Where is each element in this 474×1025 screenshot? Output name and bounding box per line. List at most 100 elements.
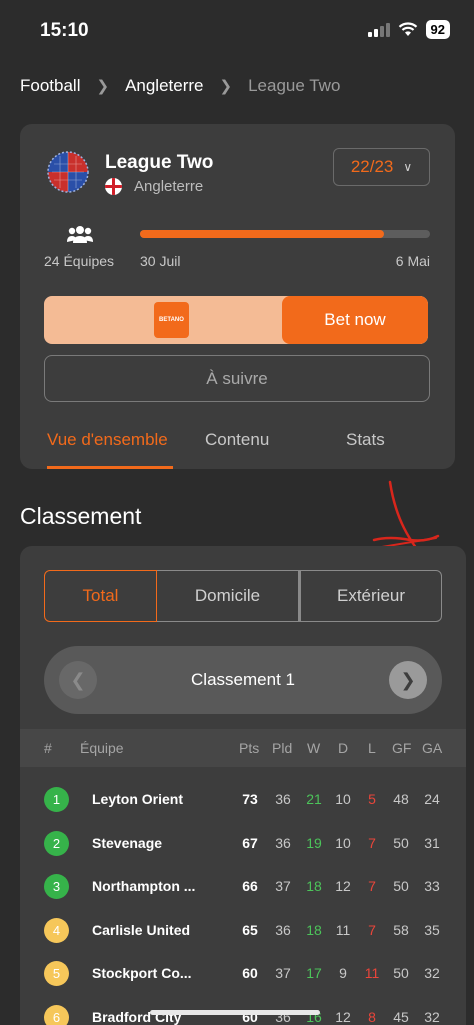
stat-ga: 35 [424,921,440,938]
bet-banner[interactable]: BETANO Bet now [44,296,428,344]
stat-ga: 32 [424,965,440,981]
stat-gf: 50 [393,965,409,981]
stat-pld: 36 [275,921,291,938]
stat-gf: 48 [393,791,409,807]
stat-l: 7 [368,921,376,938]
stat-d: 10 [335,791,351,807]
chevron-down-icon: ∨ [403,160,413,174]
team-name: Stockport Co... [92,965,192,981]
stat-gf: 50 [393,878,409,894]
col-w: W [307,740,321,756]
rank-badge: 6 [44,1004,69,1025]
breadcrumb-football[interactable]: Football [20,76,80,96]
active-tab-indicator [47,466,173,469]
filter-away-button[interactable]: Extérieur [299,570,442,622]
team-name: Stevenage [92,834,163,851]
wifi-icon [398,22,417,36]
breadcrumb-league-two: League Two [248,76,341,95]
rank-badge: 4 [44,917,69,943]
stat-gf: 58 [393,921,409,938]
bet-now-button[interactable]: Bet now [282,296,428,344]
stat-pts: 67 [242,834,258,851]
status-icons: 92 [367,20,450,39]
col-ga: GA [422,740,443,756]
tab-stats[interactable]: Stats [346,430,385,450]
stat-l: 5 [368,791,376,807]
season-progress-fill [140,230,384,238]
season-select[interactable]: 22/23 ∨ [333,148,430,186]
stat-pts: 60 [242,965,258,981]
league-name: League Two [105,152,214,173]
team-name: Carlisle United [92,921,191,938]
stat-gf: 50 [393,834,409,851]
stat-pld: 37 [275,878,291,894]
filter-home-button[interactable]: Domicile [157,570,299,622]
season-value: 22/23 [350,157,394,176]
stat-ga: 24 [424,791,440,807]
betano-logo-text: BETANO [159,317,184,323]
standings-table-header: # Équipe Pts Pld W D L GF GA [20,729,466,767]
breadcrumb: Football ❯ Angleterre ❯ League Two [20,74,340,98]
stat-pts: 66 [242,878,258,894]
league-tabs: Vue d'ensemble Contenu Stats [20,414,455,469]
league-country: Angleterre [134,178,204,195]
chevron-right-icon: ❯ [96,78,110,95]
follow-button[interactable]: À suivre [44,355,430,402]
stat-gf: 45 [393,1008,409,1025]
table-row[interactable]: 5 Stockport Co... 60 37 17 9 11 50 32 [20,952,466,996]
stat-ga: 32 [424,1008,440,1025]
stat-w: 18 [306,921,322,938]
teams-icon [67,226,93,243]
stat-d: 10 [335,834,351,851]
standings-filter: Total Domicile Extérieur [44,570,442,622]
team-name: Northampton ... [92,878,196,894]
england-flag-icon [105,178,122,195]
stat-pts: 65 [242,921,258,938]
betano-logo: BETANO [154,302,189,338]
stat-pld: 37 [275,965,291,981]
signal-icon [367,22,390,37]
stat-l: 7 [368,878,376,894]
rank-badge: 1 [44,787,69,812]
stat-d: 12 [335,1008,351,1025]
table-row[interactable]: 3 Northampton ... 66 37 18 12 7 50 33 [20,865,466,909]
home-indicator [150,1010,320,1015]
battery-indicator: 92 [425,20,450,39]
next-group-button[interactable]: ❯ [389,661,427,699]
season-end-date: 6 Mai [395,253,430,269]
table-row[interactable]: 1 Leyton Orient 73 36 21 10 5 48 24 [20,778,466,822]
stat-ga: 31 [424,834,440,851]
table-row[interactable]: 4 Carlisle United 65 36 18 11 7 58 35 [20,909,466,953]
col-pts: Pts [239,740,260,756]
table-row[interactable]: 2 Stevenage 67 36 19 10 7 50 31 [20,822,466,866]
teams-count: 24 Équipes [44,253,115,269]
col-l: L [368,740,376,756]
filter-total-button[interactable]: Total [44,570,157,622]
col-team: Équipe [80,740,124,756]
stat-l: 7 [368,834,376,851]
status-bar: 15:10 92 [0,0,474,60]
rank-badge: 2 [44,830,69,856]
section-title: Classement [20,503,142,529]
col-pld: Pld [272,740,293,756]
tab-overview[interactable]: Vue d'ensemble [47,430,168,450]
stat-w: 18 [306,878,322,894]
stat-w: 21 [306,791,322,807]
rank-badge: 3 [44,874,69,899]
breadcrumb-angleterre[interactable]: Angleterre [125,76,203,96]
col-gf: GF [392,740,412,756]
standings-card: Total Domicile Extérieur ❮ Classement 1 … [20,546,466,1025]
season-progress-bar [140,230,430,238]
stat-d: 9 [339,965,347,981]
col-rank: # [44,740,52,756]
tab-content[interactable]: Contenu [205,430,269,450]
stat-pld: 36 [275,791,291,807]
rank-badge: 5 [44,961,69,986]
team-name: Leyton Orient [92,791,184,807]
stat-l: 11 [364,965,380,981]
league-logo-icon [47,151,89,193]
season-start-date: 30 Juil [140,253,181,269]
group-label: Classement 1 [191,670,295,689]
stat-w: 19 [306,834,322,851]
stat-l: 8 [368,1008,376,1025]
